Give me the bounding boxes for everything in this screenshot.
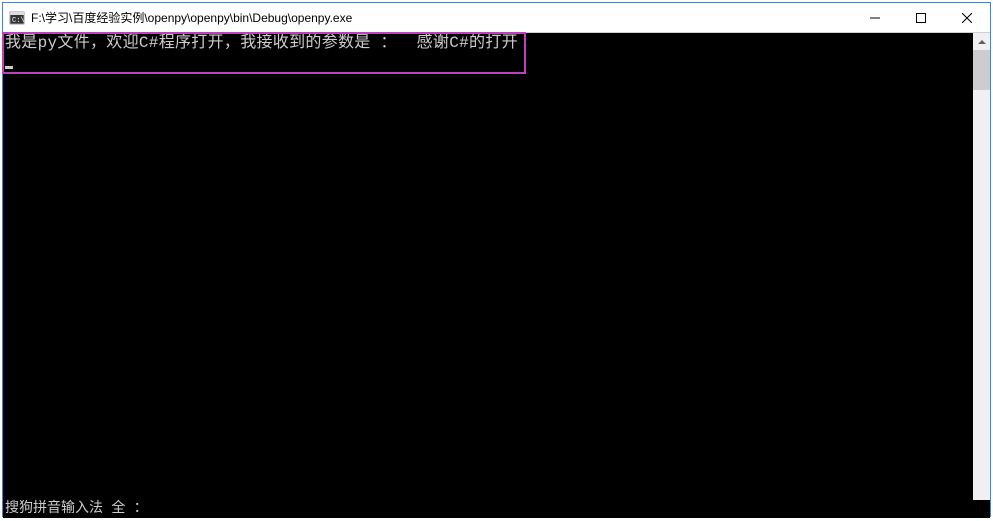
console-window: C:\ F:\学习\百度经验实例\openpy\openpy\bin\Debug…	[2, 2, 991, 517]
scroll-track[interactable]	[973, 50, 990, 499]
maximize-button[interactable]	[898, 3, 944, 32]
console-cursor	[5, 52, 973, 74]
console-output[interactable]: 我是py文件，欢迎C#程序打开，我接收到的参数是 ： 感谢C#的打开	[3, 33, 973, 516]
scroll-thumb[interactable]	[973, 50, 990, 90]
app-icon: C:\	[9, 10, 25, 26]
minimize-button[interactable]	[852, 3, 898, 32]
chevron-down-icon	[978, 506, 986, 510]
scroll-down-button[interactable]	[973, 499, 990, 516]
close-button[interactable]	[944, 3, 990, 32]
vertical-scrollbar[interactable]	[973, 33, 990, 516]
minimize-icon	[870, 13, 880, 23]
svg-text:C:\: C:\	[12, 17, 25, 25]
client-area: 我是py文件，欢迎C#程序打开，我接收到的参数是 ： 感谢C#的打开	[3, 33, 990, 516]
titlebar[interactable]: C:\ F:\学习\百度经验实例\openpy\openpy\bin\Debug…	[3, 3, 990, 33]
scroll-up-button[interactable]	[973, 33, 990, 50]
window-title: F:\学习\百度经验实例\openpy\openpy\bin\Debug\ope…	[31, 9, 852, 26]
maximize-icon	[916, 13, 926, 23]
window-controls	[852, 3, 990, 32]
console-line: 我是py文件，欢迎C#程序打开，我接收到的参数是 ： 感谢C#的打开	[5, 34, 973, 52]
close-icon	[962, 13, 972, 23]
chevron-up-icon	[978, 40, 986, 44]
